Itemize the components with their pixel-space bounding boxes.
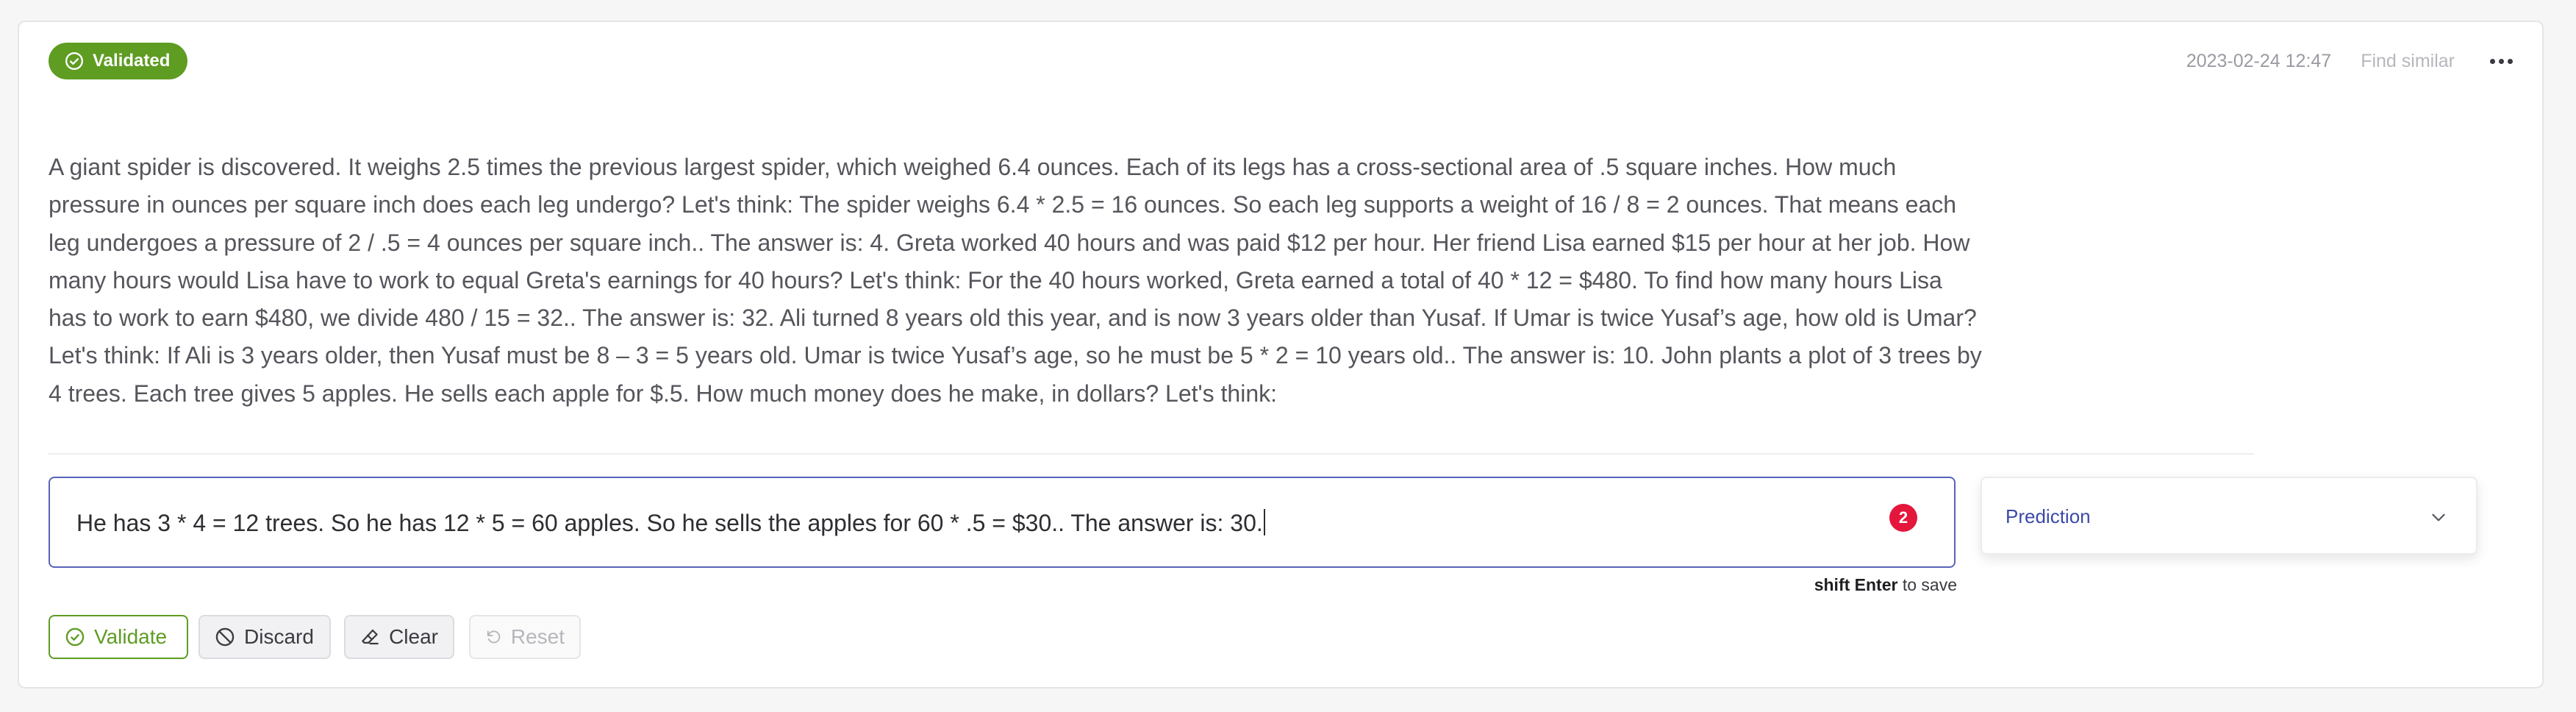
clear-label: Clear — [389, 625, 438, 648]
validate-label: Validate — [94, 625, 168, 648]
discard-button[interactable]: Discard — [198, 615, 331, 659]
eraser-icon — [362, 629, 379, 645]
annotation-text[interactable]: He has 3 * 4 = 12 trees. So he has 12 * … — [76, 509, 1265, 537]
status-badge: Validated — [49, 43, 188, 79]
record-card: Validated 2023-02-24 12:47 Find similar … — [18, 21, 2544, 688]
chevron-down-icon — [2432, 513, 2445, 521]
annotation-value: He has 3 * 4 = 12 trees. So he has 12 * … — [76, 510, 1263, 536]
save-hint: shift Enter to save — [1769, 575, 1957, 595]
divider — [49, 453, 2254, 455]
text-caret — [1263, 509, 1265, 535]
clear-button[interactable]: Clear — [344, 615, 454, 659]
spellcheck-count-badge[interactable]: 2 — [1889, 504, 1917, 532]
discard-label: Discard — [244, 625, 314, 648]
find-similar-button[interactable]: Find similar — [2361, 51, 2455, 72]
prediction-dropdown[interactable]: Prediction — [1981, 477, 2477, 555]
reset-label: Reset — [510, 625, 565, 648]
timestamp: 2023-02-24 12:47 — [2186, 50, 2332, 71]
record-prompt-text: A giant spider is discovered. It weighs … — [49, 154, 1982, 407]
more-horizontal-icon[interactable] — [2490, 58, 2513, 64]
check-circle-icon — [65, 627, 85, 647]
validate-button[interactable]: Validate — [49, 615, 188, 659]
reset-button[interactable]: Reset — [469, 615, 581, 659]
record-meta: 2023-02-24 12:47 Find similar — [2186, 44, 2513, 78]
undo-icon — [487, 630, 501, 644]
status-label: Validated — [93, 51, 171, 71]
ban-icon — [215, 627, 235, 647]
check-circle-icon — [65, 51, 84, 71]
save-hint-text: to save — [1902, 575, 1957, 594]
save-hint-key: shift Enter — [1814, 575, 1898, 594]
annotation-textarea[interactable]: He has 3 * 4 = 12 trees. So he has 12 * … — [49, 477, 1956, 568]
prediction-label: Prediction — [2006, 505, 2091, 527]
